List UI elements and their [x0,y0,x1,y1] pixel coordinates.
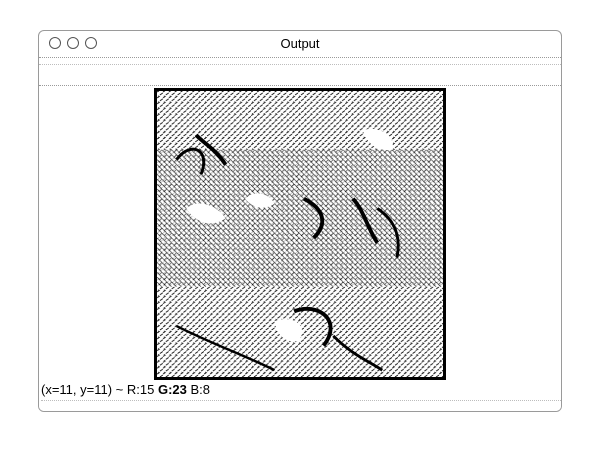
red-value: R:15 [126,382,155,397]
blue-value: B:8 [190,382,211,397]
toolbar [39,58,561,86]
pixel-coordinates: (x=11, y=11) ~ [41,382,124,397]
status-divider [41,400,561,401]
image-view[interactable]: (x=11, y=11) ~ R:15 G:23 B:8 [39,86,561,411]
window-title: Output [280,36,320,51]
status-bar: (x=11, y=11) ~ R:15 G:23 B:8 [41,382,561,401]
edge-detected-image [157,91,443,377]
output-window: Output (x=11, y=11) ~ R:15 G:23 B:8 [38,30,562,412]
green-value: G:23 [157,382,187,397]
titlebar: Output [39,31,561,58]
edge-image[interactable] [154,88,446,380]
toolbar-divider [39,64,561,65]
